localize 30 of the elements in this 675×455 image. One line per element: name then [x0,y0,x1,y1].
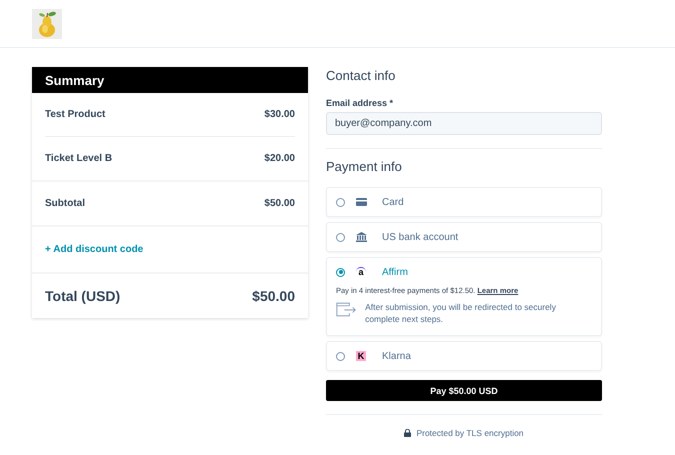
email-field[interactable]: buyer@company.com [326,112,602,135]
klarna-logo-icon: K [356,351,366,361]
lock-icon [404,429,412,437]
summary-title: Summary [45,72,104,88]
credit-card-icon [356,198,366,206]
radio-button[interactable] [336,352,345,360]
payment-heading: Payment info [326,159,403,176]
radio-button[interactable] [336,268,345,276]
total-value: $50.00 [252,288,295,304]
email-label: Email address * [326,98,394,110]
security-note: Protected by TLS encryption [416,428,524,438]
subtotal-label: Subtotal [45,198,85,209]
item-price: $20.00 [264,153,295,164]
total-label: Total (USD) [45,288,120,304]
redirect-note: After submission, you will be redirected to securely complete next steps. [365,301,557,325]
payment-method-label[interactable]: US bank account [382,232,458,242]
bank-icon [356,232,366,242]
subtotal-value: $50.00 [264,198,295,209]
radio-button[interactable] [336,232,345,242]
payment-method-label[interactable]: Affirm [382,266,408,278]
item-name: Test Product [45,109,106,120]
item-name: Ticket Level B [45,153,112,164]
payment-method-label[interactable]: Card [382,196,404,208]
redirect-window-icon [336,301,356,318]
add-discount-link[interactable]: + Add discount code [45,244,144,255]
radio-button[interactable] [336,198,345,206]
contact-heading: Contact info [326,68,396,85]
payment-method-label[interactable]: Klarna [382,350,411,362]
pay-button[interactable]: Pay $50.00 USD [326,380,602,401]
item-price: $30.00 [264,109,295,120]
